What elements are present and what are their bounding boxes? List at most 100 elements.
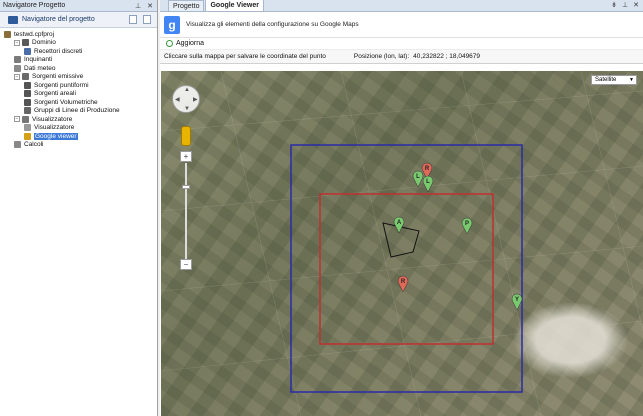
- refresh-toolbar: Aggiorna: [160, 38, 643, 50]
- map-marker[interactable]: P: [461, 217, 473, 235]
- position-label: Posizione (lon, lat):: [353, 53, 410, 60]
- tree-node-label: Visualizzatore: [32, 115, 73, 123]
- tree-node-label: Dominio: [32, 39, 56, 47]
- street-view-pegman-icon[interactable]: [181, 126, 191, 146]
- refresh-button[interactable]: Aggiorna: [176, 40, 204, 47]
- zoom-slider-knob[interactable]: [182, 185, 190, 189]
- pin-icon[interactable]: ⊥: [134, 2, 142, 10]
- marker-letter: R: [401, 279, 406, 285]
- zoom-track[interactable]: [185, 163, 187, 259]
- tree-node[interactable]: Inquinanti: [0, 56, 157, 65]
- map-marker[interactable]: L: [422, 175, 434, 193]
- zoom-out-button[interactable]: −: [180, 259, 192, 270]
- marker-letter: L: [416, 174, 420, 180]
- navigator-title: Navigatore Progetto: [3, 2, 66, 9]
- map-marker[interactable]: L: [412, 170, 424, 188]
- tree-node[interactable]: Gruppi di Linee di Produzione: [0, 107, 157, 116]
- viewer-header: g Visualizza gli elementi della configur…: [160, 12, 643, 38]
- area-source-icon: [24, 90, 31, 98]
- map-marker[interactable]: R: [397, 275, 409, 293]
- marker-letter: P: [465, 221, 469, 227]
- tree-node-label: Sorgenti puntiformi: [34, 81, 89, 89]
- pan-right-icon[interactable]: ▶: [193, 96, 198, 103]
- tree-node[interactable]: − Sorgenti emissive: [0, 73, 157, 82]
- project-tree: testwd.cpfproj − Dominio Recettori discreti…: [0, 28, 157, 149]
- project-icon: [4, 30, 11, 38]
- click-hint: Cliccare sulla mappa per salvare le coor…: [164, 53, 326, 60]
- zoom-control: + −: [180, 151, 192, 271]
- pan-control[interactable]: ▲ ▼ ◀ ▶: [172, 85, 200, 113]
- tree-node[interactable]: Sorgenti puntiformi: [0, 81, 157, 90]
- tree-node[interactable]: Google viewer: [0, 132, 157, 141]
- outer-area-box: [290, 144, 523, 393]
- tree-node-label: Sorgenti emissive: [32, 73, 84, 81]
- pollutant-icon: [14, 56, 21, 64]
- domain-icon: [22, 39, 29, 47]
- marker-letter: A: [397, 220, 402, 226]
- tree-node[interactable]: Sorgenti Volumetriche: [0, 98, 157, 107]
- tree-node[interactable]: Dati meteo: [0, 64, 157, 73]
- receptor-icon: [24, 47, 31, 55]
- calc-icon: [14, 141, 21, 149]
- tab-bar: Progetto Google Viewer ⇟ ⊥ ✕: [160, 0, 643, 12]
- map-marker[interactable]: Y: [511, 293, 523, 311]
- pan-left-icon[interactable]: ◀: [175, 96, 180, 103]
- satellite-map[interactable]: RLLAPRY Satellite ▼ ▲ ▼ ◀ ▶ + −: [161, 71, 643, 416]
- tree-node-label: Google viewer: [34, 132, 78, 140]
- weather-icon: [14, 64, 21, 72]
- pan-up-icon[interactable]: ▲: [184, 87, 190, 93]
- close-icon[interactable]: ✕: [146, 2, 154, 10]
- save-file-icon[interactable]: [143, 15, 151, 24]
- production-lines-icon: [24, 107, 31, 115]
- google-logo-icon: g: [164, 15, 180, 34]
- tab-pin-icon[interactable]: ⊥: [622, 1, 628, 9]
- tree-node-label: Inquinanti: [24, 56, 53, 64]
- coordinates-value: 40,232822 ; 18,049679: [413, 53, 481, 60]
- marker-letter: Y: [515, 297, 519, 303]
- viewer-description: Visualizza gli elementi della configuraz…: [186, 21, 359, 28]
- tree-node[interactable]: − Visualizzatore: [0, 115, 157, 124]
- collapse-toggle-icon[interactable]: −: [14, 116, 20, 123]
- map-type-select[interactable]: Satellite ▼: [591, 75, 637, 85]
- info-bar: Cliccare sulla mappa per salvare le coor…: [160, 50, 643, 64]
- tab-close-icon[interactable]: ✕: [633, 1, 639, 9]
- tree-node[interactable]: Visualizzatore: [0, 124, 157, 133]
- refresh-icon[interactable]: [166, 40, 173, 47]
- tab-menu-icon[interactable]: ⇟: [611, 1, 617, 9]
- map-type-value: Satellite: [595, 77, 617, 83]
- marker-letter: R: [425, 166, 430, 172]
- tab-google-viewer[interactable]: Google Viewer: [205, 0, 264, 11]
- source-icon: [22, 73, 29, 81]
- tree-node[interactable]: Recettori discreti: [0, 47, 157, 56]
- point-source-icon: [24, 81, 31, 89]
- inner-area-box: [319, 193, 494, 345]
- google-viewer-pane: Progetto Google Viewer ⇟ ⊥ ✕ g Visualizz…: [160, 0, 643, 416]
- new-file-icon[interactable]: [129, 15, 137, 24]
- tree-node[interactable]: Sorgenti areali: [0, 90, 157, 99]
- map-marker[interactable]: A: [393, 216, 405, 234]
- map-overlay: RLLA PRY: [161, 71, 643, 416]
- tree-node-label: Dati meteo: [24, 64, 56, 72]
- chevron-down-icon: ▼: [629, 77, 634, 83]
- tree-node[interactable]: testwd.cpfproj: [0, 30, 157, 39]
- viewer-icon: [22, 115, 29, 123]
- tree-node-label: Calcoli: [24, 141, 44, 149]
- navigator-title-bar: Navigatore Progetto ⊥ ✕: [0, 0, 157, 12]
- tab-progetto[interactable]: Progetto: [168, 0, 205, 11]
- zoom-in-button[interactable]: +: [180, 151, 192, 162]
- marker-letter: L: [426, 179, 430, 185]
- tree-node-label: Sorgenti areali: [34, 90, 76, 98]
- collapse-toggle-icon[interactable]: −: [14, 39, 20, 46]
- tree-node-label: testwd.cpfproj: [14, 30, 55, 38]
- collapse-toggle-icon[interactable]: −: [14, 73, 20, 80]
- viewer-item-icon: [24, 124, 31, 132]
- tree-node-label: Sorgenti Volumetriche: [34, 98, 98, 106]
- tree-node[interactable]: Calcoli: [0, 141, 157, 150]
- tree-node[interactable]: − Dominio: [0, 39, 157, 48]
- project-navigator-panel: Navigatore Progetto ⊥ ✕ Navigatore del p…: [0, 0, 158, 416]
- pan-down-icon[interactable]: ▼: [184, 106, 190, 112]
- navigator-header-label: Navigatore del progetto: [22, 16, 95, 23]
- tree-node-label: Gruppi di Linee di Produzione: [34, 107, 120, 115]
- tree-node-label: Recettori discreti: [34, 47, 83, 55]
- navigator-icon: [8, 16, 18, 24]
